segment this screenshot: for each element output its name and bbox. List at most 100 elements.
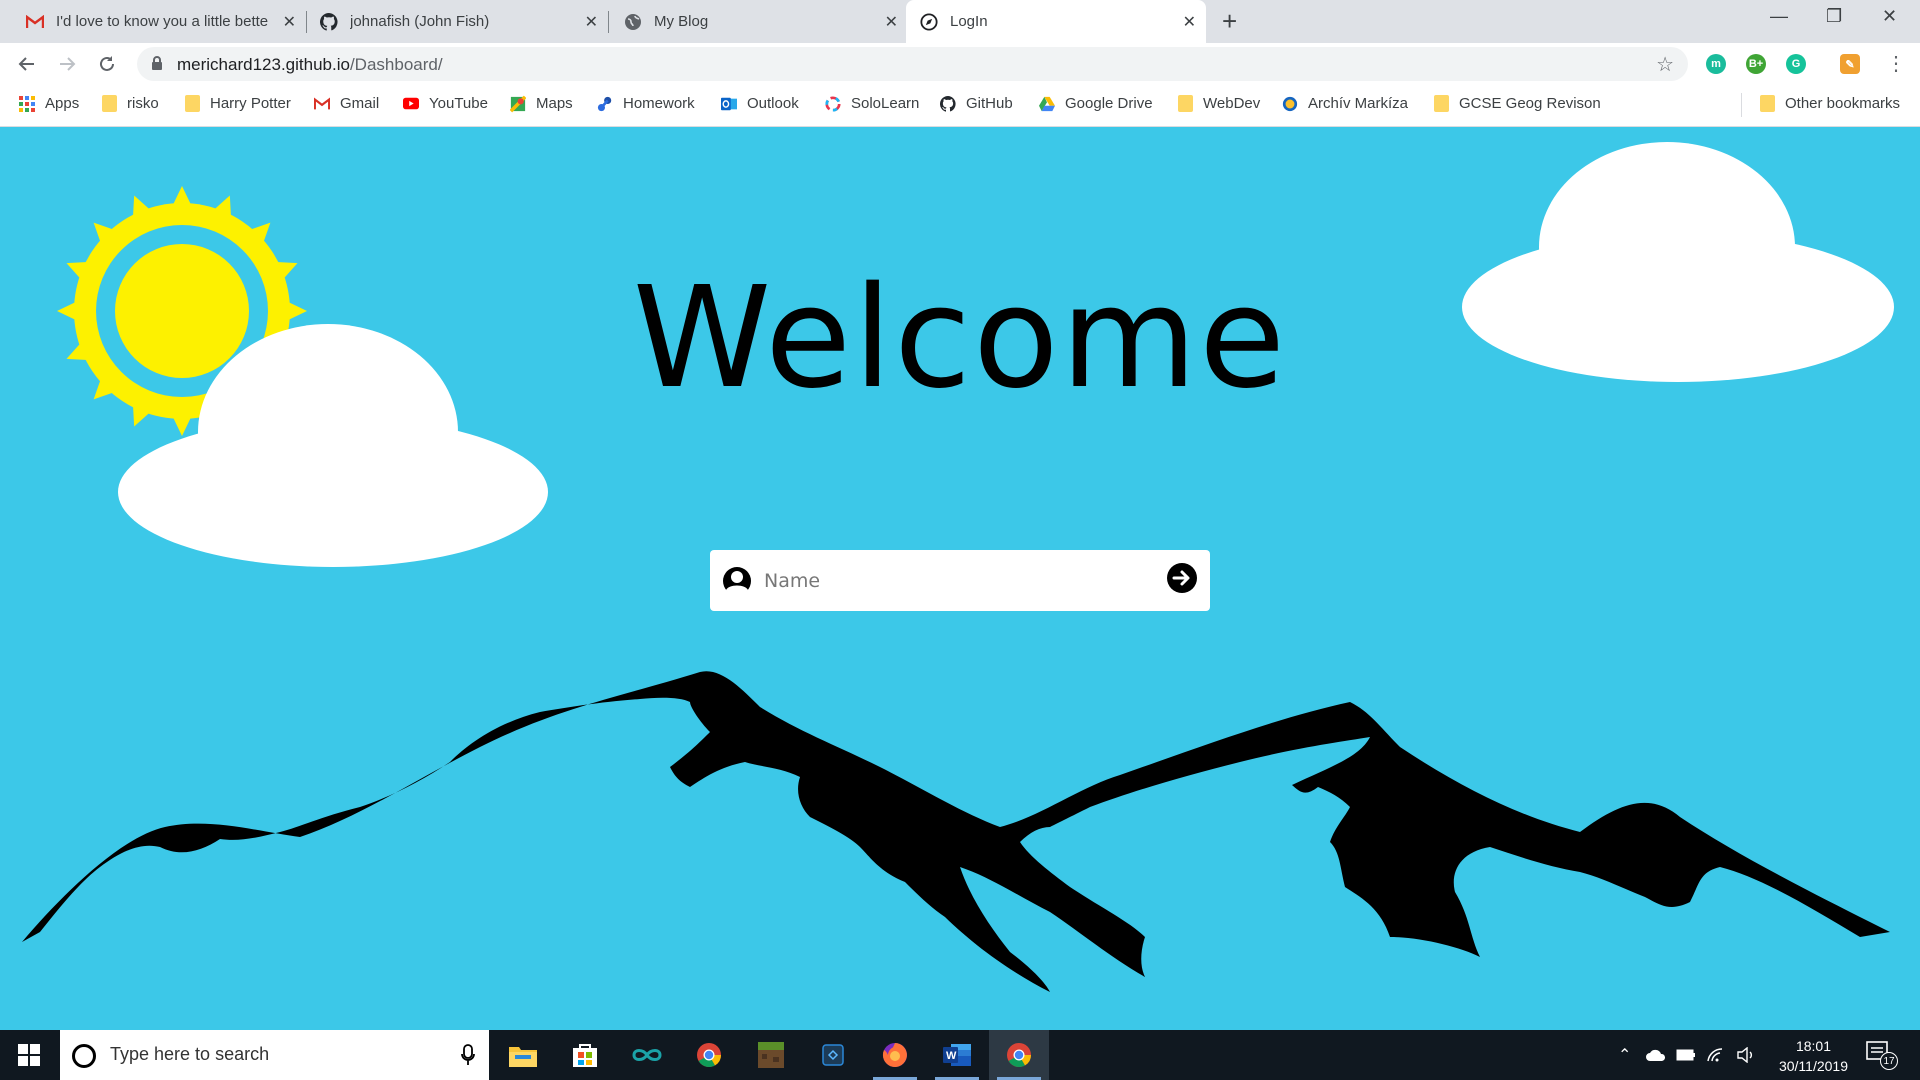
folder-icon — [1759, 95, 1775, 112]
bookmark-label: GitHub — [966, 95, 1013, 112]
bookmark-webdev[interactable]: WebDev — [1177, 95, 1260, 112]
arduino-icon[interactable] — [617, 1030, 677, 1080]
extension-bplus-icon[interactable]: B+ — [1746, 54, 1766, 74]
bookmark-label: Other bookmarks — [1785, 95, 1901, 112]
gmail-icon — [26, 13, 44, 31]
onedrive-icon[interactable] — [1646, 1030, 1666, 1080]
outlook-icon — [721, 96, 737, 112]
wifi-icon[interactable] — [1706, 1030, 1726, 1080]
clock-date: 30/11/2019 — [1778, 1058, 1848, 1074]
apps-grid-icon — [19, 95, 35, 112]
globe-icon — [624, 13, 642, 31]
extension-puzzle-icon[interactable]: ✎ — [1840, 54, 1860, 74]
bookmark-gmail[interactable]: Gmail — [314, 95, 379, 112]
grammarly-icon[interactable]: G — [1786, 54, 1806, 74]
tab-title: I'd love to know you a little bette — [56, 13, 269, 30]
new-tab-button[interactable]: + — [1222, 6, 1237, 37]
bookmark-github[interactable]: GitHub — [940, 95, 1013, 112]
bookmark-label: SoloLearn — [851, 95, 920, 112]
close-tab-icon[interactable]: ✕ — [885, 12, 898, 32]
virtualbox-icon[interactable] — [803, 1030, 863, 1080]
bookmark-label: Apps — [45, 95, 80, 112]
minecraft-icon[interactable] — [741, 1030, 801, 1080]
close-tab-icon[interactable]: ✕ — [283, 12, 296, 32]
bookmarks-divider — [1741, 93, 1742, 117]
bookmark-label: Homework — [623, 95, 695, 112]
firefox-icon[interactable] — [865, 1030, 925, 1080]
windows-start-icon[interactable] — [18, 1044, 40, 1071]
github-icon — [320, 12, 338, 31]
browser-tab-strip: I'd love to know you a little bette ✕ jo… — [0, 0, 1920, 43]
bookmark-label: Archív Markíza — [1308, 95, 1409, 112]
maps-icon — [510, 95, 526, 112]
microphone-icon[interactable] — [461, 1044, 475, 1071]
battery-icon[interactable] — [1676, 1030, 1696, 1080]
taskbar-search-box[interactable]: Type here to search — [60, 1030, 489, 1080]
bookmark-outlook[interactable]: Outlook — [721, 95, 799, 112]
microsoft-store-icon[interactable] — [555, 1030, 615, 1080]
chevron-up-icon[interactable]: ⌃ — [1618, 1030, 1631, 1080]
close-tab-icon[interactable]: ✕ — [1183, 12, 1196, 32]
markiza-icon — [1282, 96, 1298, 112]
bookmark-maps[interactable]: Maps — [510, 95, 573, 112]
minimize-icon[interactable]: — — [1770, 6, 1788, 27]
action-center-icon[interactable]: 17 — [1866, 1040, 1898, 1073]
bookmark-label: risko — [127, 95, 159, 112]
bookmark-risko[interactable]: risko — [101, 95, 159, 112]
folder-icon — [1177, 95, 1193, 112]
url-path: /Dashboard/ — [349, 55, 443, 74]
name-input[interactable] — [762, 560, 1146, 602]
bookmark-label: Outlook — [747, 95, 799, 112]
submit-arrow-button[interactable] — [1166, 562, 1198, 599]
tab-title: johnafish (John Fish) — [350, 13, 490, 30]
word-icon[interactable]: W — [927, 1030, 987, 1080]
tab-my-blog[interactable]: My Blog ✕ — [608, 0, 908, 43]
reload-button[interactable] — [93, 50, 121, 78]
svg-text:W: W — [946, 1050, 957, 1062]
tab-gmail[interactable]: I'd love to know you a little bette ✕ — [0, 0, 306, 43]
close-tab-icon[interactable]: ✕ — [585, 12, 598, 32]
bookmark-google-drive[interactable]: Google Drive — [1039, 95, 1153, 112]
bookmark-gcse-geog[interactable]: GCSE Geog Revison — [1433, 95, 1601, 112]
youtube-icon — [403, 96, 419, 112]
welcome-heading: Welcome — [632, 257, 1288, 420]
forward-button[interactable] — [53, 50, 81, 78]
tab-github[interactable]: johnafish (John Fish) ✕ — [306, 0, 608, 43]
bookmark-other-bookmarks[interactable]: Other bookmarks — [1759, 95, 1900, 112]
more-menu-icon[interactable]: ⋮ — [1886, 51, 1906, 76]
bookmark-youtube[interactable]: YouTube — [403, 95, 488, 112]
bookmark-label: Harry Potter — [210, 95, 291, 112]
bookmark-star-icon[interactable]: ☆ — [1656, 52, 1674, 77]
address-bar[interactable]: merichard123.github.io/Dashboard/ ☆ — [137, 47, 1688, 81]
bookmark-archiv-markiza[interactable]: Archív Markíza — [1282, 95, 1408, 112]
back-button[interactable] — [13, 50, 41, 78]
arrow-right-circle-icon — [1167, 563, 1197, 593]
bookmark-label: Google Drive — [1065, 95, 1153, 112]
bookmark-label: WebDev — [1203, 95, 1261, 112]
file-explorer-icon[interactable] — [493, 1030, 553, 1080]
volume-icon[interactable] — [1736, 1030, 1756, 1080]
url-host: merichard123.github.io — [177, 55, 350, 74]
close-window-icon[interactable]: ✕ — [1882, 6, 1897, 27]
bookmark-homework[interactable]: Homework — [597, 95, 695, 112]
system-clock[interactable]: 18:01 30/11/2019 — [1779, 1036, 1848, 1076]
bookmark-harry-potter[interactable]: Harry Potter — [184, 95, 291, 112]
chrome-active-icon[interactable] — [989, 1030, 1049, 1080]
homework-icon — [597, 96, 613, 112]
cortana-circle-icon — [72, 1044, 96, 1068]
tab-login[interactable]: LogIn ✕ — [906, 0, 1206, 43]
bookmark-sololearn[interactable]: SoloLearn — [825, 95, 919, 112]
lock-icon[interactable] — [151, 56, 163, 76]
github-icon — [940, 95, 956, 112]
bookmark-label: Maps — [536, 95, 573, 112]
restore-icon[interactable]: ❐ — [1826, 6, 1842, 27]
extension-m-icon[interactable]: m — [1706, 54, 1726, 74]
windows-taskbar: Type here to search W ⌃ 18:01 30/11/2019… — [0, 1030, 1920, 1080]
clock-time: 18:01 — [1795, 1038, 1831, 1054]
bookmark-apps[interactable]: Apps — [19, 95, 79, 112]
tab-title: My Blog — [654, 13, 709, 30]
folder-icon — [1433, 95, 1449, 112]
login-form — [710, 550, 1210, 611]
chrome-icon[interactable] — [679, 1030, 739, 1080]
bookmark-label: Gmail — [340, 95, 380, 112]
